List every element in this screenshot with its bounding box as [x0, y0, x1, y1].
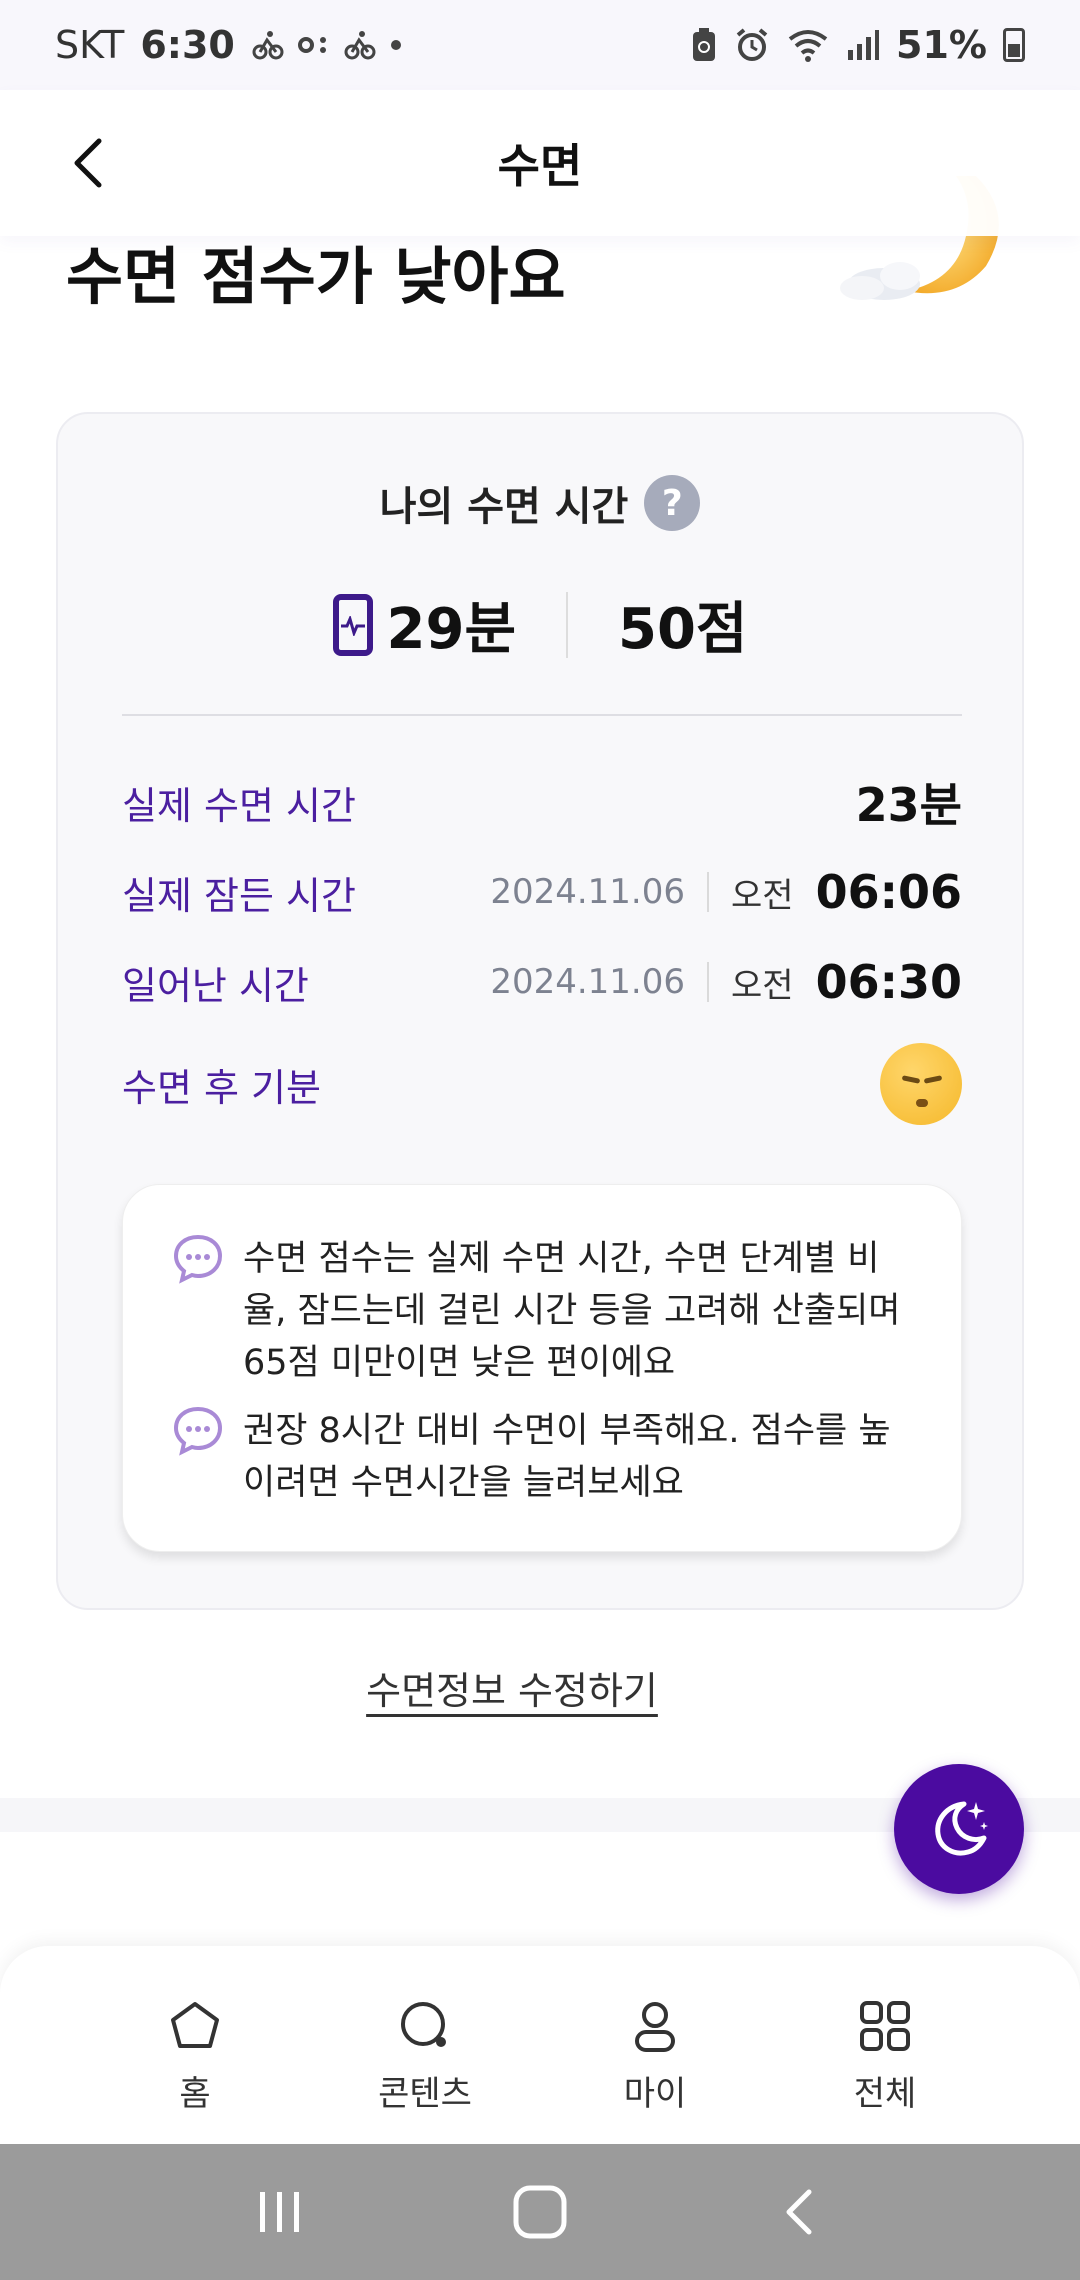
tip-text: 수면 점수는 실제 수면 시간, 수면 단계별 비율, 잠드는데 걸린 시간 등…: [243, 1239, 901, 1383]
status-right: 51%: [690, 23, 1025, 67]
nav-label: 홈: [179, 2074, 211, 2114]
row-value-group: [880, 1043, 962, 1125]
fell-asleep-date: 2024.11.06: [490, 872, 685, 912]
sleep-summary-card: 나의 수면 시간 ? 29분 50점 실제 수면 시간 23분 실제 잠든 시간…: [56, 412, 1024, 1610]
woke-up-ampm: 오전: [731, 965, 794, 1006]
bottom-navigation: 홈 콘텐츠 마이 전체: [0, 1946, 1080, 2144]
row-divider: [707, 962, 709, 1002]
status-left: SKT 6:30: [55, 23, 403, 67]
fell-asleep-time: 06:06: [815, 865, 962, 919]
search-icon: [401, 2002, 446, 2047]
nav-home[interactable]: 홈: [105, 1946, 285, 2144]
row-label: 실제 수면 시간: [122, 783, 356, 828]
chat-bubble-icon: [173, 1234, 223, 1284]
back-arrow-icon: [786, 2189, 812, 2235]
fell-asleep-row: 실제 잠든 시간 2024.11.06 오전 06:06: [122, 857, 962, 927]
sleep-score-headline: 수면 점수가 낮아요: [66, 240, 566, 313]
actual-sleep-duration: 23분: [855, 778, 962, 832]
summary-row: 29분 50점: [58, 584, 1022, 665]
notification-icons: [251, 28, 403, 62]
woke-up-time: 06:30: [815, 955, 962, 1009]
actual-sleep-time-row: 실제 수면 시간 23분: [122, 767, 962, 837]
sleep-mode-fab[interactable]: [894, 1764, 1024, 1894]
nav-my[interactable]: 마이: [565, 1946, 745, 2144]
summary-divider: [566, 591, 568, 658]
carrier-label: SKT: [55, 23, 125, 67]
recent-apps-icon: [260, 2192, 299, 2232]
system-back-button[interactable]: [760, 2172, 840, 2252]
tip-item: 권장 8시간 대비 수면이 부족해요. 점수를 높이려면 수면시간을 늘려보세요: [171, 1405, 921, 1509]
signal-icon: [848, 30, 880, 60]
nav-all[interactable]: 전체: [795, 1946, 975, 2144]
status-bar: SKT 6:30 51%: [0, 0, 1080, 90]
chat-bubble-icon: [173, 1406, 223, 1456]
card-title-row: 나의 수면 시간 ?: [58, 474, 1022, 532]
recent-apps-button[interactable]: [240, 2172, 320, 2252]
home-button[interactable]: [500, 2172, 580, 2252]
moon-sparkle-icon: [935, 1801, 988, 1856]
row-value-group: 2024.11.06 오전 06:06: [490, 865, 962, 919]
app-header: 수면: [0, 90, 1080, 236]
person-icon: [635, 2002, 675, 2052]
phone-activity-icon: [332, 593, 373, 656]
sleep-score: 50점: [618, 597, 748, 662]
edit-sleep-info-link[interactable]: 수면정보 수정하기: [0, 1660, 1024, 1715]
woke-up-date: 2024.11.06: [490, 962, 685, 1002]
system-navigation-bar: [0, 2144, 1080, 2280]
wifi-icon: [788, 30, 828, 62]
nav-label: 마이: [623, 2074, 687, 2114]
cycling-icon: [252, 31, 284, 60]
help-icon[interactable]: ?: [644, 475, 701, 531]
tip-item: 수면 점수는 실제 수면 시간, 수면 단계별 비율, 잠드는데 걸린 시간 등…: [171, 1233, 921, 1389]
status-clock: 6:30: [140, 23, 235, 67]
nav-content[interactable]: 콘텐츠: [335, 1946, 515, 2144]
grid-icon: [860, 2001, 910, 2051]
woke-up-row: 일어난 시간 2024.11.06 오전 06:30: [122, 947, 962, 1017]
card-title: 나의 수면 시간: [379, 484, 629, 530]
battery-icon: [1003, 28, 1025, 62]
back-button[interactable]: [52, 128, 122, 198]
row-divider: [707, 872, 709, 912]
row-label: 실제 잠든 시간: [122, 873, 356, 918]
row-label: 일어난 시간: [122, 963, 309, 1008]
nav-label: 전체: [853, 2074, 917, 2114]
chevron-left-icon: [74, 138, 102, 188]
row-value-group: 2024.11.06 오전 06:30: [490, 955, 962, 1009]
fell-asleep-ampm: 오전: [731, 875, 794, 916]
home-icon: [171, 2002, 219, 2048]
mood-row: 수면 후 기분: [122, 1043, 962, 1125]
link-icon: [297, 37, 326, 53]
home-square-icon: [513, 2185, 567, 2239]
battery-saver-icon: [693, 28, 716, 61]
row-value-group: 23분: [856, 769, 962, 835]
cycling-icon-2: [344, 31, 376, 60]
battery-percent: 51%: [896, 23, 987, 67]
card-divider: [122, 714, 962, 716]
tip-text: 권장 8시간 대비 수면이 부족해요. 점수를 높이려면 수면시간을 늘려보세요: [243, 1411, 891, 1503]
row-label: 수면 후 기분: [122, 1065, 321, 1110]
total-sleep-duration: 29분: [386, 597, 516, 662]
page-title: 수면: [497, 139, 583, 193]
sleepy-face-icon: [880, 1043, 962, 1125]
nav-label: 콘텐츠: [378, 2074, 472, 2114]
sleep-tips-box: 수면 점수는 실제 수면 시간, 수면 단계별 비율, 잠드는데 걸린 시간 등…: [122, 1184, 962, 1552]
alarm-icon: [736, 28, 768, 61]
more-dot-icon: [390, 40, 401, 50]
